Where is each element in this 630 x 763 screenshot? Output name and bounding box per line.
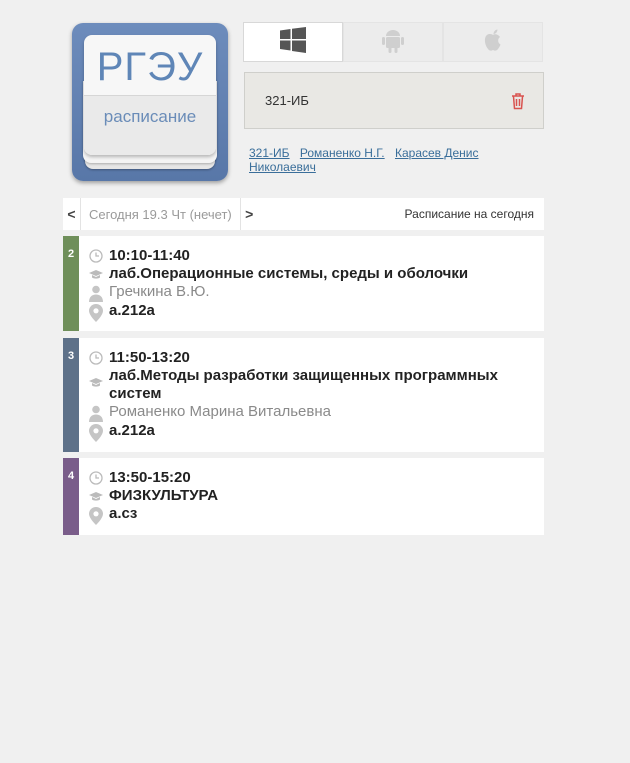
today-schedule-link[interactable]: Расписание на сегодня	[405, 207, 544, 221]
link-teacher[interactable]: Романенко Н.Г.	[300, 146, 385, 160]
lesson-subject: лаб.Методы разработки защищенных програм…	[109, 367, 498, 402]
apple-icon	[479, 26, 507, 59]
teacher-icon	[89, 283, 109, 302]
clock-icon	[89, 349, 109, 365]
graduation-cap-icon	[89, 367, 109, 389]
lesson-room: а.212а	[109, 302, 155, 319]
logo-paper: РГЭУ расписание	[84, 35, 216, 155]
next-day-button[interactable]: >	[239, 198, 258, 230]
android-icon	[379, 26, 407, 59]
quick-links: 321-ИБ Романенко Н.Г. Карасев Денис Нико…	[249, 146, 539, 174]
prev-day-button[interactable]: <	[63, 198, 81, 230]
date-navigation: < Сегодня 19.3 Чт (нечет) > Расписание н…	[63, 198, 544, 230]
clock-icon	[89, 247, 109, 263]
lesson-card: 2 10:10-11:40 лаб.Операционные системы, …	[63, 236, 544, 331]
tab-apple[interactable]	[443, 22, 543, 62]
selected-group[interactable]: 321-ИБ	[244, 72, 544, 129]
lesson-card: 3 11:50-13:20 лаб.Методы разработки защи…	[63, 338, 544, 452]
trash-icon[interactable]	[511, 92, 525, 110]
lesson-subject: ФИЗКУЛЬТУРА	[109, 487, 219, 504]
lesson-number: 3	[63, 338, 79, 452]
lesson-time: 10:10-11:40	[109, 247, 190, 264]
clock-icon	[89, 469, 109, 485]
lesson-room: а.212а	[109, 422, 155, 439]
lesson-teacher: Гречкина В.Ю.	[109, 283, 210, 300]
teacher-icon	[89, 403, 109, 422]
lesson-time: 11:50-13:20	[109, 349, 190, 366]
location-pin-icon	[89, 505, 109, 525]
link-group[interactable]: 321-ИБ	[249, 146, 290, 160]
tab-windows[interactable]	[243, 22, 343, 62]
location-pin-icon	[89, 422, 109, 442]
app-logo: РГЭУ расписание	[72, 23, 228, 181]
windows-icon	[279, 26, 307, 59]
logo-subtitle: расписание	[103, 107, 197, 126]
graduation-cap-icon	[89, 265, 109, 281]
lesson-room: а.сз	[109, 505, 138, 522]
os-tabs	[243, 22, 543, 62]
lesson-time: 13:50-15:20	[109, 469, 191, 486]
lesson-number: 2	[63, 236, 79, 331]
location-pin-icon	[89, 302, 109, 322]
lesson-card: 4 13:50-15:20 ФИЗКУЛЬТУРА а.сз	[63, 458, 544, 535]
lesson-number: 4	[63, 458, 79, 535]
tab-android[interactable]	[343, 22, 443, 62]
logo-title: РГЭУ	[96, 45, 204, 89]
current-date: Сегодня 19.3 Чт (нечет)	[89, 206, 232, 222]
lesson-subject: лаб.Операционные системы, среды и оболоч…	[109, 265, 469, 282]
group-name: 321-ИБ	[265, 93, 309, 108]
graduation-cap-icon	[89, 487, 109, 503]
lesson-teacher: Романенко Марина Витальевна	[109, 403, 331, 420]
